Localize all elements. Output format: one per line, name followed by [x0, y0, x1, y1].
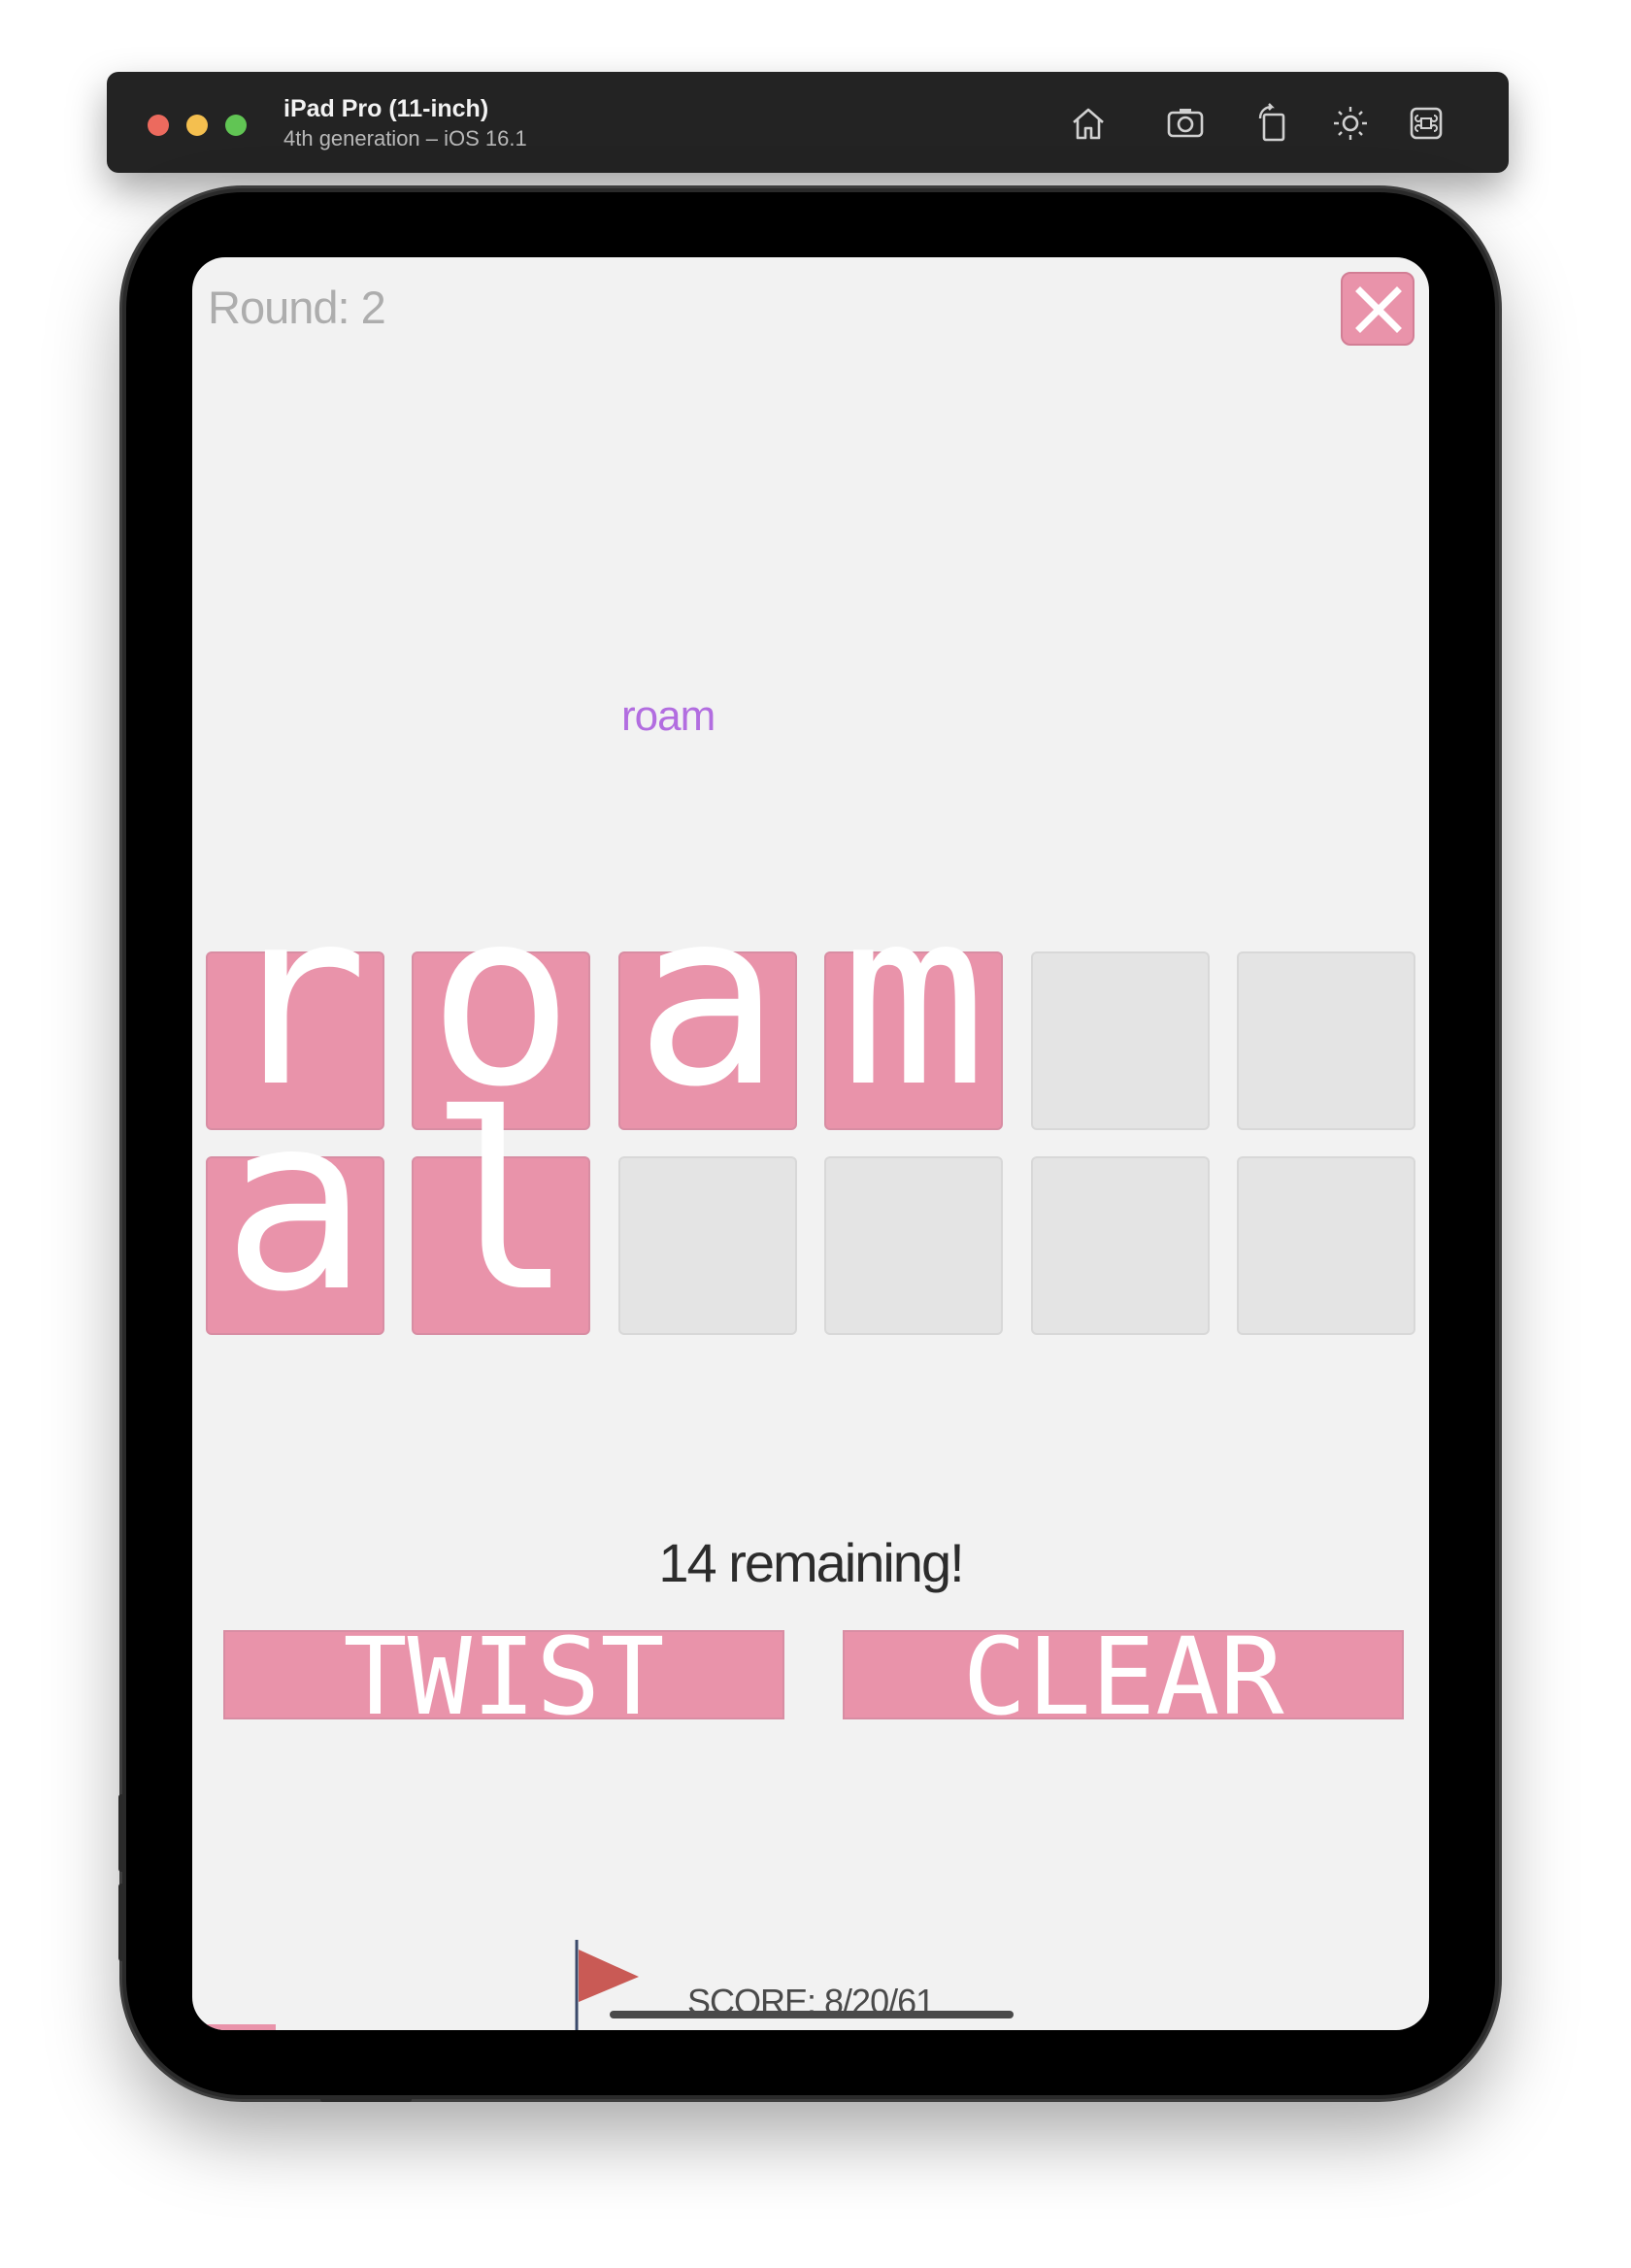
device-detail: 4th generation – iOS 16.1: [283, 126, 527, 150]
tile-letter: l: [427, 1062, 575, 1345]
empty-tile[interactable]: [824, 1156, 1003, 1335]
round-label: Round: 2: [208, 282, 386, 333]
letter-tile[interactable]: l: [412, 1083, 590, 1335]
simulator-title-bar: iPad Pro (11-inch) 4th generation – iOS …: [107, 72, 1509, 173]
minimize-window-button[interactable]: [186, 115, 208, 136]
close-button[interactable]: [1341, 272, 1415, 346]
rotate-icon[interactable]: [1250, 101, 1295, 146]
close-window-button[interactable]: [148, 115, 169, 136]
home-indicator[interactable]: [610, 2011, 1014, 2018]
twist-button[interactable]: TWIST: [223, 1630, 784, 1719]
volume-up-button: [118, 1794, 124, 1872]
empty-tile[interactable]: [1237, 1156, 1415, 1335]
home-icon[interactable]: [1066, 101, 1111, 146]
tile-letter: a: [634, 857, 782, 1140]
command-icon[interactable]: [1404, 101, 1448, 146]
close-icon: [1355, 286, 1402, 333]
letter-tile[interactable]: m: [824, 878, 1003, 1130]
empty-tile[interactable]: [1031, 951, 1210, 1130]
found-word: roam: [621, 692, 716, 740]
game-screen: Round: 2 roam r o a m a l 14 remaining! …: [192, 257, 1429, 2030]
letter-tile[interactable]: a: [206, 1083, 384, 1335]
empty-tile[interactable]: [618, 1156, 797, 1335]
device-name: iPad Pro (11-inch): [283, 95, 489, 122]
corner-indicator: [204, 2024, 276, 2030]
volume-down-button: [118, 1884, 124, 1961]
screenshot-icon[interactable]: [1163, 101, 1208, 146]
empty-tile[interactable]: [1237, 951, 1415, 1130]
clear-button[interactable]: CLEAR: [843, 1630, 1404, 1719]
appearance-icon[interactable]: [1328, 101, 1373, 146]
tile-letter: m: [840, 857, 987, 1140]
remaining-count: 14 remaining!: [658, 1532, 964, 1593]
zoom-window-button[interactable]: [225, 115, 247, 136]
top-power-button: [320, 2097, 412, 2102]
tile-letter: a: [221, 1062, 369, 1345]
empty-tile[interactable]: [1031, 1156, 1210, 1335]
letter-tile[interactable]: a: [618, 878, 797, 1130]
